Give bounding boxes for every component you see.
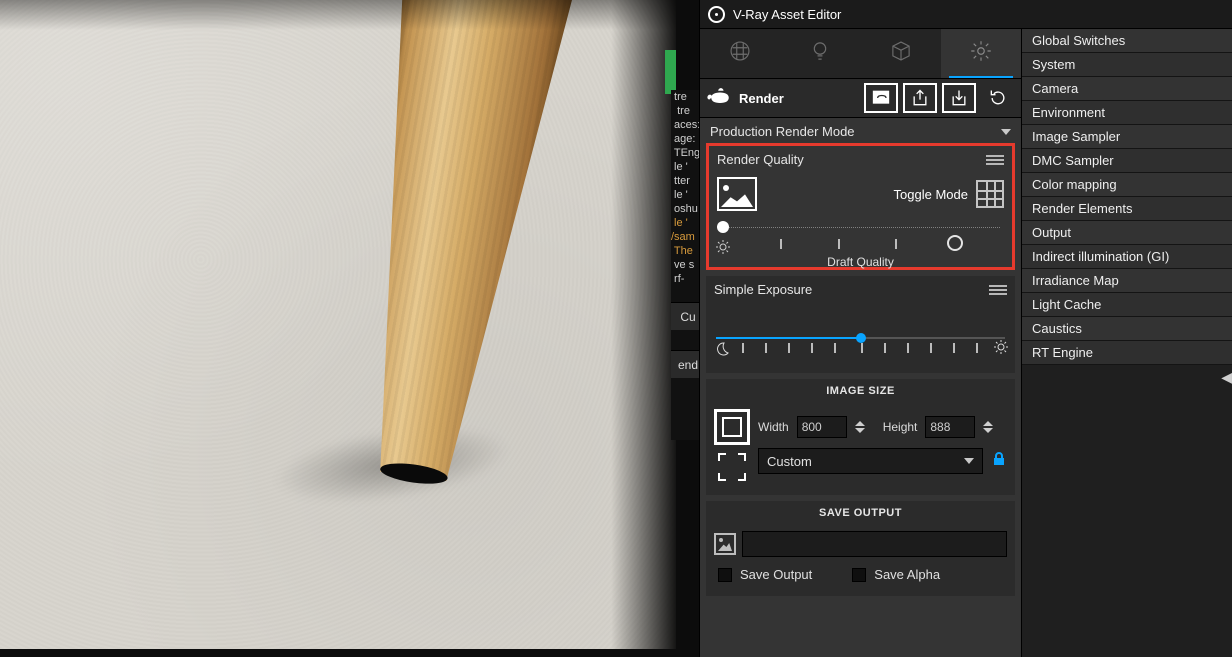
sidebar-item[interactable]: Color mapping bbox=[1022, 173, 1232, 197]
exposure-knob[interactable] bbox=[856, 333, 866, 343]
width-label: Width bbox=[758, 420, 789, 434]
width-spinner[interactable] bbox=[855, 421, 867, 433]
vray-logo-icon bbox=[708, 6, 725, 23]
sidebar-item[interactable]: Light Cache bbox=[1022, 293, 1232, 317]
quality-slider-knob[interactable] bbox=[717, 221, 729, 233]
save-alpha-checkbox[interactable]: Save Alpha bbox=[852, 567, 940, 582]
safe-frame-icon[interactable] bbox=[714, 409, 750, 445]
toggle-mode-label: Toggle Mode bbox=[894, 187, 968, 202]
render-mode-select[interactable]: Production Render Mode bbox=[700, 118, 1021, 141]
import-button[interactable] bbox=[942, 83, 976, 113]
export-button[interactable] bbox=[903, 83, 937, 113]
sidebar-item[interactable]: RT Engine bbox=[1022, 341, 1232, 365]
save-output-header: SAVE OUTPUT bbox=[706, 501, 1015, 525]
render-quality-header: Render Quality bbox=[717, 152, 804, 167]
checker-sphere-icon bbox=[727, 38, 753, 69]
lock-icon[interactable] bbox=[991, 451, 1007, 472]
render-viewport bbox=[0, 0, 676, 649]
exposure-slider[interactable] bbox=[716, 329, 1005, 365]
settings-category-list: Global Switches System Camera Environmen… bbox=[1022, 29, 1232, 657]
output-path-input[interactable] bbox=[742, 531, 1007, 557]
chevron-down-icon bbox=[1001, 129, 1011, 135]
sun-icon bbox=[993, 339, 1009, 360]
simple-exposure-header: Simple Exposure bbox=[714, 282, 812, 297]
save-output-panel: SAVE OUTPUT Save Output bbox=[706, 501, 1015, 596]
region-icon[interactable] bbox=[718, 453, 746, 481]
sidebar-item[interactable]: Camera bbox=[1022, 77, 1232, 101]
category-tabs bbox=[700, 29, 1021, 79]
moon-icon bbox=[714, 341, 730, 362]
gear-icon bbox=[968, 38, 994, 69]
cube-icon bbox=[888, 38, 914, 69]
sidebar-item[interactable]: Environment bbox=[1022, 101, 1232, 125]
teapot-icon bbox=[706, 84, 734, 113]
sidebar-item[interactable]: Render Elements bbox=[1022, 197, 1232, 221]
grid-icon[interactable] bbox=[976, 180, 1004, 208]
chevron-down-icon bbox=[964, 458, 974, 464]
sliders-icon[interactable] bbox=[986, 153, 1004, 167]
window-title: V-Ray Asset Editor bbox=[733, 7, 841, 22]
image-file-icon[interactable] bbox=[714, 533, 736, 555]
sliders-icon[interactable] bbox=[989, 283, 1007, 297]
sidebar-item[interactable]: Indirect illumination (GI) bbox=[1022, 245, 1232, 269]
save-output-checkbox[interactable]: Save Output bbox=[718, 567, 812, 582]
render-with-vfb-button[interactable] bbox=[864, 83, 898, 113]
render-toolbar: Render bbox=[700, 79, 1021, 118]
quality-max-icon bbox=[947, 235, 963, 251]
titlebar[interactable]: V-Ray Asset Editor bbox=[700, 0, 1232, 29]
height-spinner[interactable] bbox=[983, 421, 995, 433]
green-indicator bbox=[665, 50, 676, 94]
height-input[interactable] bbox=[925, 416, 975, 438]
sidebar-item[interactable]: Image Sampler bbox=[1022, 125, 1232, 149]
collapse-caret-icon[interactable]: ◀ bbox=[1221, 369, 1232, 386]
quality-slider[interactable]: Draft Quality bbox=[717, 221, 1004, 261]
bulb-icon bbox=[807, 38, 833, 69]
tab-materials[interactable] bbox=[700, 29, 780, 78]
render-quality-highlight: Render Quality Toggle Mode bbox=[706, 143, 1015, 270]
sidebar-item[interactable]: Global Switches bbox=[1022, 29, 1232, 53]
tab-settings[interactable] bbox=[941, 29, 1021, 78]
sidebar-item[interactable]: Irradiance Map bbox=[1022, 269, 1232, 293]
asset-editor-window: V-Ray Asset Editor bbox=[699, 0, 1232, 657]
image-size-panel: IMAGE SIZE Width bbox=[706, 379, 1015, 495]
width-input[interactable] bbox=[797, 416, 847, 438]
sidebar-item[interactable]: Output bbox=[1022, 221, 1232, 245]
image-size-header: IMAGE SIZE bbox=[706, 379, 1015, 403]
reset-button[interactable] bbox=[981, 83, 1015, 113]
tab-geometry[interactable] bbox=[861, 29, 941, 78]
height-label: Height bbox=[883, 420, 918, 434]
size-preset-select[interactable]: Custom bbox=[758, 448, 983, 474]
render-label: Render bbox=[739, 91, 784, 106]
tab-lights[interactable] bbox=[780, 29, 860, 78]
sidebar-item[interactable]: Caustics bbox=[1022, 317, 1232, 341]
simple-exposure-panel: Simple Exposure bbox=[706, 276, 1015, 373]
sidebar-item[interactable]: System bbox=[1022, 53, 1232, 77]
quality-image-icon[interactable] bbox=[717, 177, 757, 211]
sidebar-item[interactable]: DMC Sampler bbox=[1022, 149, 1232, 173]
quality-level-label: Draft Quality bbox=[717, 255, 1004, 269]
